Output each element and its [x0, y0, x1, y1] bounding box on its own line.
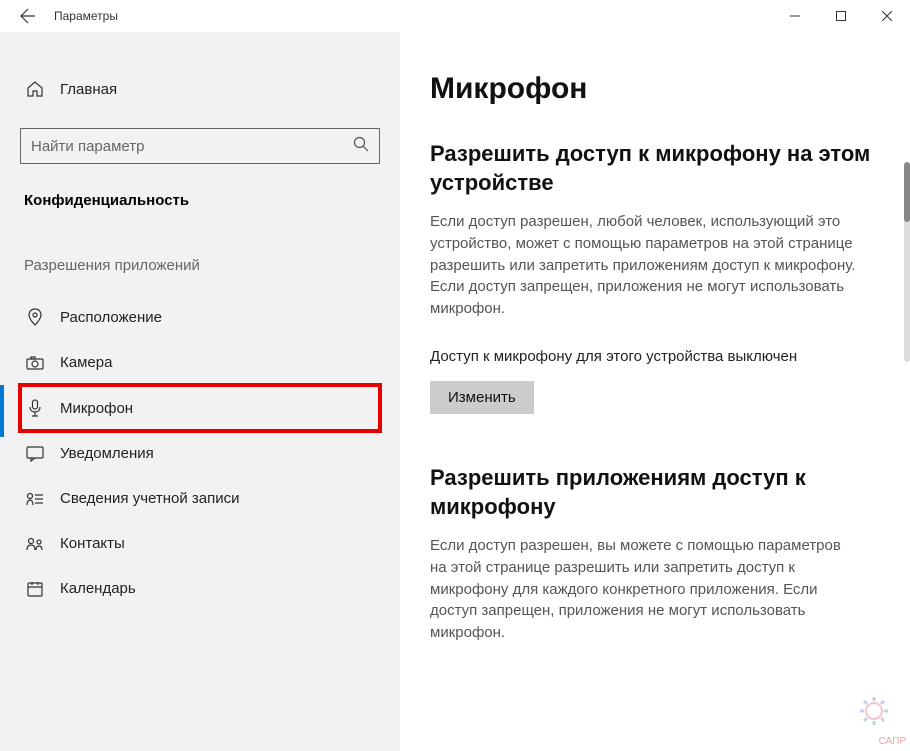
sidebar-item-location[interactable]: Расположение	[20, 294, 380, 340]
contacts-icon	[26, 537, 44, 551]
page-title: Микрофон	[430, 72, 880, 106]
search-box[interactable]	[20, 128, 380, 164]
sidebar: Главная Конфиденциальность Разрешения пр…	[0, 32, 400, 751]
selection-indicator	[0, 385, 4, 437]
back-button[interactable]	[8, 0, 48, 32]
sidebar-item-label: Календарь	[60, 580, 136, 597]
sidebar-item-label: Расположение	[60, 309, 162, 326]
close-button[interactable]	[864, 0, 910, 32]
section2-text: Если доступ разрешен, вы можете с помощь…	[430, 535, 860, 644]
category-label: Конфиденциальность	[20, 192, 380, 209]
home-label: Главная	[60, 81, 117, 98]
location-icon	[26, 308, 44, 326]
change-button[interactable]: Изменить	[430, 381, 534, 414]
sidebar-item-contacts[interactable]: Контакты	[20, 521, 380, 566]
section-header: Разрешения приложений	[20, 257, 380, 274]
content-pane: Микрофон Разрешить доступ к микрофону на…	[400, 32, 910, 751]
sidebar-item-calendar[interactable]: Календарь	[20, 566, 380, 611]
calendar-icon	[26, 581, 44, 597]
sidebar-item-label: Камера	[60, 354, 112, 371]
section1-heading: Разрешить доступ к микрофону на этом уст…	[430, 140, 880, 197]
minimize-button[interactable]	[772, 0, 818, 32]
sidebar-item-label: Сведения учетной записи	[60, 490, 240, 507]
window-controls	[772, 0, 910, 32]
sidebar-item-label: Микрофон	[60, 400, 133, 417]
microphone-icon	[26, 399, 44, 417]
window-title: Параметры	[54, 9, 118, 23]
search-input[interactable]	[31, 138, 353, 155]
search-icon	[353, 136, 369, 157]
sidebar-item-account-info[interactable]: Сведения учетной записи	[20, 476, 380, 521]
section2-heading: Разрешить приложениям доступ к микрофону	[430, 464, 880, 521]
titlebar: Параметры	[0, 0, 910, 32]
sidebar-item-microphone[interactable]: Микрофон	[20, 385, 380, 431]
home-nav[interactable]: Главная	[20, 68, 380, 110]
sidebar-item-notifications[interactable]: Уведомления	[20, 431, 380, 476]
notifications-icon	[26, 446, 44, 462]
account-icon	[26, 492, 44, 506]
mic-access-status: Доступ к микрофону для этого устройства …	[430, 346, 880, 367]
sidebar-item-camera[interactable]: Камера	[20, 340, 380, 385]
maximize-button[interactable]	[818, 0, 864, 32]
scrollbar[interactable]	[904, 162, 910, 362]
camera-icon	[26, 356, 44, 370]
watermark-gear-icon	[854, 691, 894, 731]
scrollbar-thumb[interactable]	[904, 162, 910, 222]
watermark-text: САПР	[879, 736, 906, 747]
sidebar-item-label: Контакты	[60, 535, 125, 552]
sidebar-item-label: Уведомления	[60, 445, 154, 462]
section1-text: Если доступ разрешен, любой человек, исп…	[430, 211, 860, 320]
arrow-left-icon	[20, 8, 36, 24]
home-icon	[26, 80, 44, 98]
